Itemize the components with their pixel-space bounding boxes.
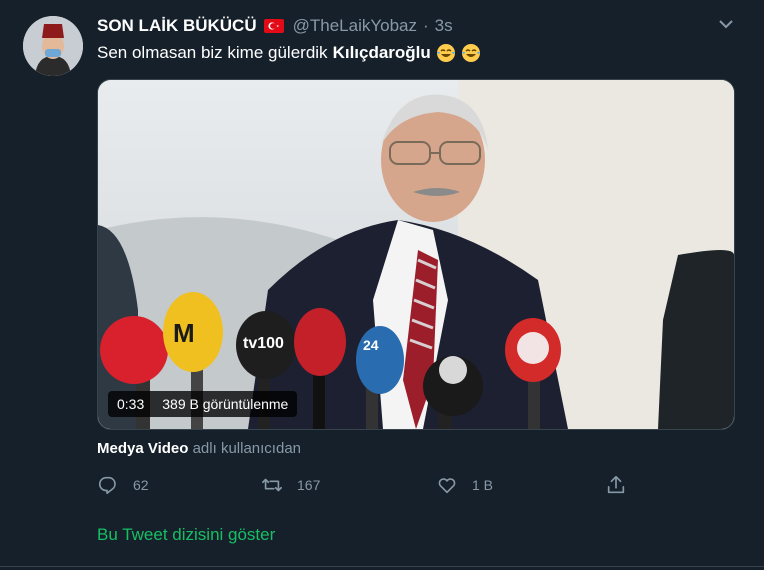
avatar[interactable] [23,16,83,76]
tears-of-joy-emoji-icon [461,44,480,62]
tweet-text-bold: Kılıçdaroğlu [332,43,431,62]
show-thread-link[interactable]: Bu Tweet dizisini göster [97,525,275,545]
video-info-badge: 0:33 389 B görüntülenme [108,391,298,417]
tweet-time[interactable]: 3s [435,16,453,36]
retweet-icon [262,478,282,492]
reply-icon [98,476,116,495]
tweet-divider [0,566,764,567]
reply-count: 62 [133,477,149,493]
video-duration: 0:33 [117,396,145,412]
tweet-actions: 62 167 1 B [97,470,637,500]
mic-logo-24: 24 [363,337,379,353]
reply-button[interactable]: 62 [97,470,149,500]
tweet-text-plain: Sen olmasan biz kime gülerdik [97,43,328,62]
video-view-count: 389 B görüntülenme [162,396,289,412]
separator-dot: · [423,16,429,35]
media-source-name[interactable]: Medya Video [97,440,188,457]
tweet-text: Sen olmasan biz kime gülerdik Kılıçdaroğ… [97,43,481,63]
mic-logo-tv100: tv100 [243,335,284,352]
user-handle[interactable]: @TheLaikYobaz [293,16,417,36]
video-player[interactable]: M tv100 24 0:33 389 B görüntülenme [97,79,735,430]
heart-icon [438,478,456,494]
like-button[interactable]: 1 B [436,470,493,500]
media-source-suffix: adlı kullanıcıdan [192,440,301,457]
tweet-header: SON LAİK BÜKÜCÜ @TheLaikYobaz · 3s [97,14,453,38]
chevron-down-icon[interactable] [716,16,736,32]
tears-of-joy-emoji-icon [436,44,455,62]
retweet-count: 167 [297,477,321,493]
share-button[interactable] [605,470,627,500]
like-count: 1 B [472,477,494,493]
turkey-flag-icon [263,19,284,33]
video-frame: M tv100 24 [98,80,734,429]
tweet[interactable]: SON LAİK BÜKÜCÜ @TheLaikYobaz · 3s Sen o… [0,0,764,570]
retweet-button[interactable]: 167 [261,470,320,500]
mic-logo-mp: M [173,318,195,348]
display-name[interactable]: SON LAİK BÜKÜCÜ [97,16,257,36]
avatar-image [23,16,83,76]
share-icon [607,475,625,494]
media-source-attribution: Medya Video adlı kullanıcıdan [97,440,301,457]
